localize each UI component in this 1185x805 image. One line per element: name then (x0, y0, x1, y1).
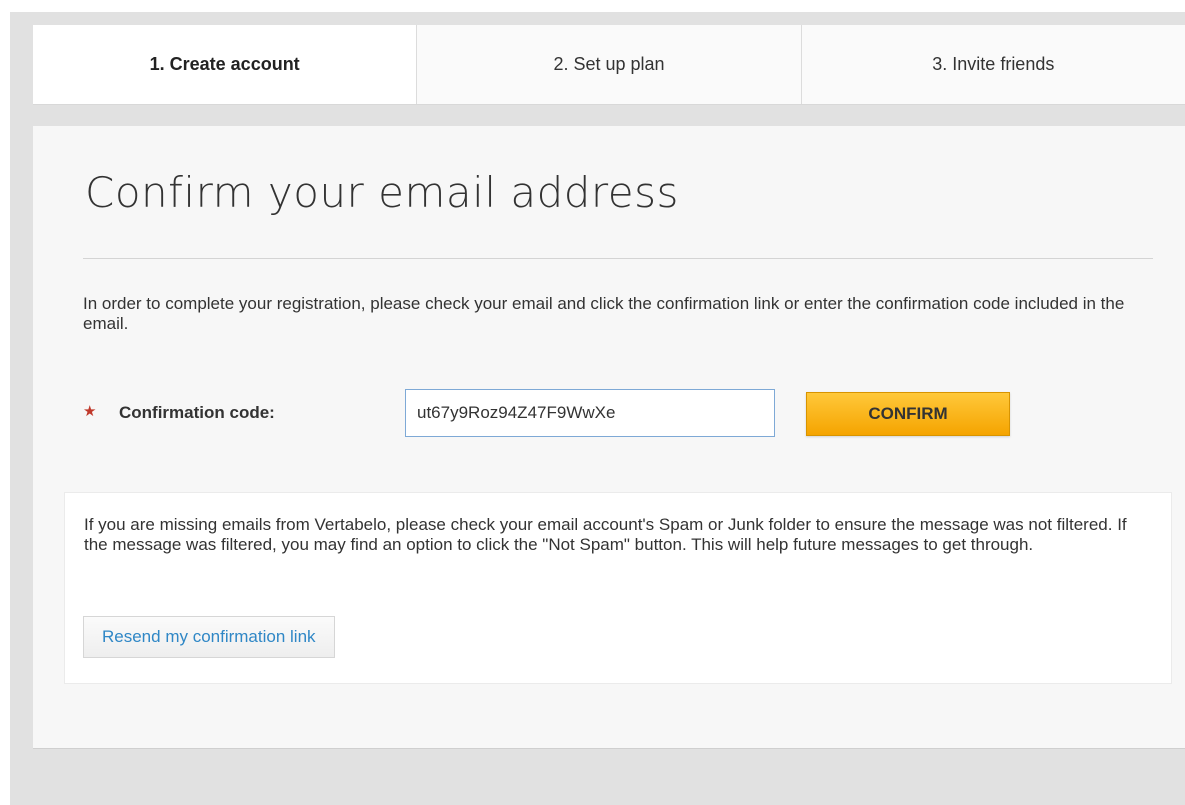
step-set-up-plan[interactable]: 2. Set up plan (417, 25, 802, 104)
page-title: Confirm your email address (85, 168, 679, 217)
confirm-email-panel: Confirm your email address In order to c… (33, 126, 1185, 749)
intro-text: In order to complete your registration, … (83, 294, 1125, 333)
resend-confirmation-button[interactable]: Resend my confirmation link (83, 616, 335, 658)
confirmation-code-input[interactable] (405, 389, 775, 437)
spam-notice-text: If you are missing emails from Vertabelo… (84, 515, 1127, 554)
spam-notice: If you are missing emails from Vertabelo… (64, 492, 1172, 684)
confirm-button[interactable]: CONFIRM (806, 392, 1010, 436)
title-divider (83, 258, 1153, 259)
confirmation-code-label: Confirmation code: (119, 403, 275, 422)
step-label: 1. Create account (149, 54, 300, 74)
step-invite-friends[interactable]: 3. Invite friends (802, 25, 1185, 104)
step-create-account[interactable]: 1. Create account (33, 25, 418, 104)
step-label: 3. Invite friends (932, 54, 1055, 74)
signup-steps: 1. Create account 2. Set up plan 3. Invi… (33, 25, 1185, 105)
step-label: 2. Set up plan (553, 54, 665, 74)
confirmation-code-row: ★ Confirmation code: CONFIRM (83, 389, 1083, 437)
required-star-icon: ★ (83, 403, 97, 420)
